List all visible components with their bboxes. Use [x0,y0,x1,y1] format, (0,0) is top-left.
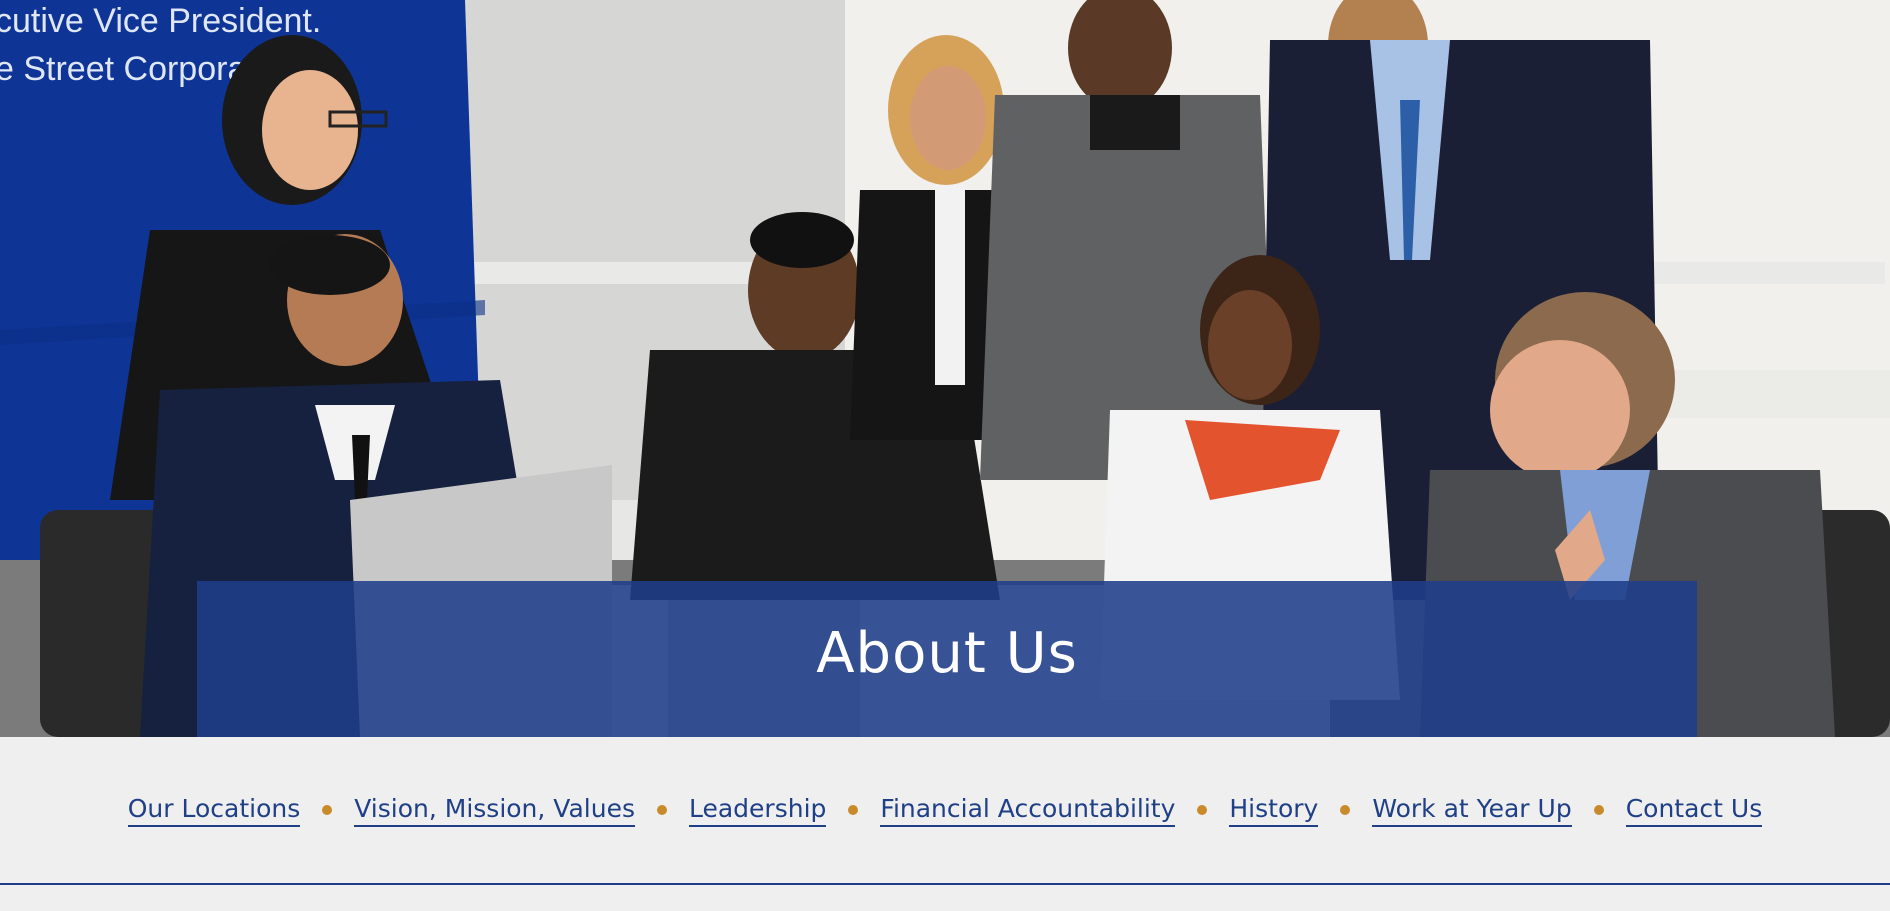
about-subnav: Our Locations Vision, Mission, Values Le… [0,737,1890,885]
separator-dot [656,805,667,815]
subnav-link-financial-accountability[interactable]: Financial Accountability [880,794,1176,827]
separator-dot [322,805,333,815]
subnav-link-history[interactable]: History [1229,794,1319,827]
subnav-link-contact-us[interactable]: Contact Us [1625,794,1763,827]
backdrop-text-line1: cutive Vice President. [0,2,321,40]
backdrop-text-line2: e Street Corporat [0,50,256,88]
subnav-item-work-at-year-up: Work at Year Up [1372,794,1572,827]
hero-banner: cutive Vice President. e Street Corporat [0,0,1890,737]
subnav-list: Our Locations Vision, Mission, Values Le… [127,794,1763,827]
subnav-item-vision-mission-values: Vision, Mission, Values [354,794,635,827]
subnav-separator [1318,805,1372,815]
subnav-link-our-locations[interactable]: Our Locations [127,794,301,827]
subnav-link-leadership[interactable]: Leadership [688,794,827,827]
separator-dot [1340,805,1351,815]
subnav-separator [1572,805,1626,815]
subnav-item-leadership: Leadership [688,794,827,827]
subnav-item-contact-us: Contact Us [1625,794,1763,827]
separator-dot [1593,805,1604,815]
subnav-link-work-at-year-up[interactable]: Work at Year Up [1372,794,1572,827]
subnav-separator [300,805,354,815]
subnav-item-our-locations: Our Locations [127,794,301,827]
subnav-link-vision-mission-values[interactable]: Vision, Mission, Values [354,794,635,827]
separator-dot [848,805,859,815]
subnav-separator [826,805,880,815]
page-title: About Us [816,620,1078,686]
subnav-item-history: History [1229,794,1319,827]
separator-dot [1197,805,1208,815]
subnav-item-financial-accountability: Financial Accountability [880,794,1176,827]
page-title-band: About Us [197,581,1697,737]
subnav-separator [635,805,689,815]
subnav-separator [1175,805,1229,815]
